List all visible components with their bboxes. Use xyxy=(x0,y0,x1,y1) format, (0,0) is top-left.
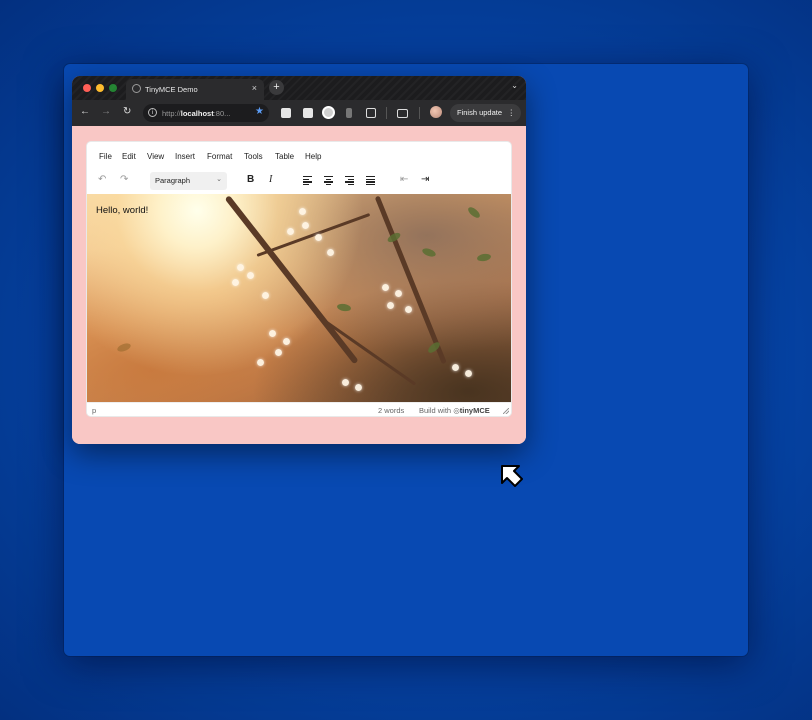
resize-handle[interactable] xyxy=(503,408,509,414)
toolbar-divider xyxy=(386,107,387,119)
align-justify-icon[interactable] xyxy=(366,176,375,186)
bold-button[interactable]: B xyxy=(247,174,254,185)
menu-file[interactable]: File xyxy=(99,152,112,161)
editor-statusbar: p 2 words Build with ◎tinyMCE xyxy=(87,402,511,416)
menu-insert[interactable]: Insert xyxy=(175,152,195,161)
reload-button[interactable]: ↻ xyxy=(123,106,131,117)
element-path[interactable]: p xyxy=(92,406,96,415)
profile-avatar[interactable] xyxy=(430,106,442,118)
address-bar[interactable]: i http://localhost:80... ★ xyxy=(143,104,269,122)
redo-button[interactable]: ↷ xyxy=(120,174,128,185)
indent-button[interactable]: ⇥ xyxy=(421,174,429,185)
extension-icon-1[interactable] xyxy=(281,108,291,118)
extensions-puzzle-icon[interactable] xyxy=(366,108,376,118)
tab-tinymce-demo[interactable]: TinyMCE Demo × xyxy=(126,79,264,100)
align-left-icon[interactable] xyxy=(303,176,312,186)
editor-toolbar: ↶ ↷ Paragraph ⌄ B I ⇤ ⇥ xyxy=(87,172,511,190)
italic-button[interactable]: I xyxy=(269,174,272,185)
toolbar-divider xyxy=(419,107,420,119)
close-window-button[interactable] xyxy=(83,84,91,92)
browser-window: TinyMCE Demo × + ⌄ ← → ↻ i http://localh… xyxy=(72,76,526,444)
menu-view[interactable]: View xyxy=(147,152,164,161)
chevron-down-icon: ⌄ xyxy=(216,176,222,183)
side-panel-icon[interactable] xyxy=(397,109,408,118)
page-viewport: File Edit View Insert Format Tools Table… xyxy=(72,126,526,444)
browser-menu-icon[interactable]: ⋮ xyxy=(508,104,516,122)
finish-update-label: Finish update xyxy=(457,108,503,117)
close-tab-icon[interactable]: × xyxy=(252,83,257,93)
forward-button[interactable]: → xyxy=(101,106,111,117)
word-count[interactable]: 2 words xyxy=(378,406,404,415)
menu-edit[interactable]: Edit xyxy=(122,152,136,161)
tinymce-branding-link[interactable]: Build with ◎tinyMCE xyxy=(419,406,490,415)
extension-icon-4[interactable] xyxy=(346,108,352,118)
blocks-value: Paragraph xyxy=(155,176,191,185)
menu-table[interactable]: Table xyxy=(275,152,294,161)
back-button[interactable]: ← xyxy=(80,106,90,117)
address-url: http://localhost:80... xyxy=(162,109,231,118)
align-center-icon[interactable] xyxy=(324,176,333,186)
browser-toolbar: ← → ↻ i http://localhost:80... ★ Finish … xyxy=(72,100,526,126)
zoom-window-button[interactable] xyxy=(109,84,117,92)
site-info-icon[interactable]: i xyxy=(148,108,157,117)
extension-icon-3[interactable] xyxy=(322,106,335,119)
align-right-icon[interactable] xyxy=(345,176,354,186)
tinymce-editor: File Edit View Insert Format Tools Table… xyxy=(87,142,511,416)
mouse-cursor-icon xyxy=(501,465,523,487)
minimize-window-button[interactable] xyxy=(96,84,104,92)
menu-tools[interactable]: Tools xyxy=(244,152,263,161)
blocks-select[interactable]: Paragraph ⌄ xyxy=(150,172,227,190)
menu-help[interactable]: Help xyxy=(305,152,321,161)
globe-icon xyxy=(132,84,141,93)
undo-button[interactable]: ↶ xyxy=(98,174,106,185)
tab-bar: TinyMCE Demo × + ⌄ xyxy=(72,76,526,100)
tab-title: TinyMCE Demo xyxy=(145,85,198,94)
finish-update-button[interactable]: Finish update ⋮ xyxy=(450,104,521,122)
menu-format[interactable]: Format xyxy=(207,152,232,161)
tab-search-chevron-icon[interactable]: ⌄ xyxy=(511,81,518,90)
extension-icon-2[interactable] xyxy=(303,108,313,118)
new-tab-button[interactable]: + xyxy=(269,80,284,95)
outdent-button[interactable]: ⇤ xyxy=(400,174,408,185)
content-paragraph[interactable]: Hello, world! xyxy=(96,205,148,216)
editor-content-area[interactable]: Hello, world! xyxy=(87,194,511,402)
bookmark-star-icon[interactable]: ★ xyxy=(255,106,264,117)
